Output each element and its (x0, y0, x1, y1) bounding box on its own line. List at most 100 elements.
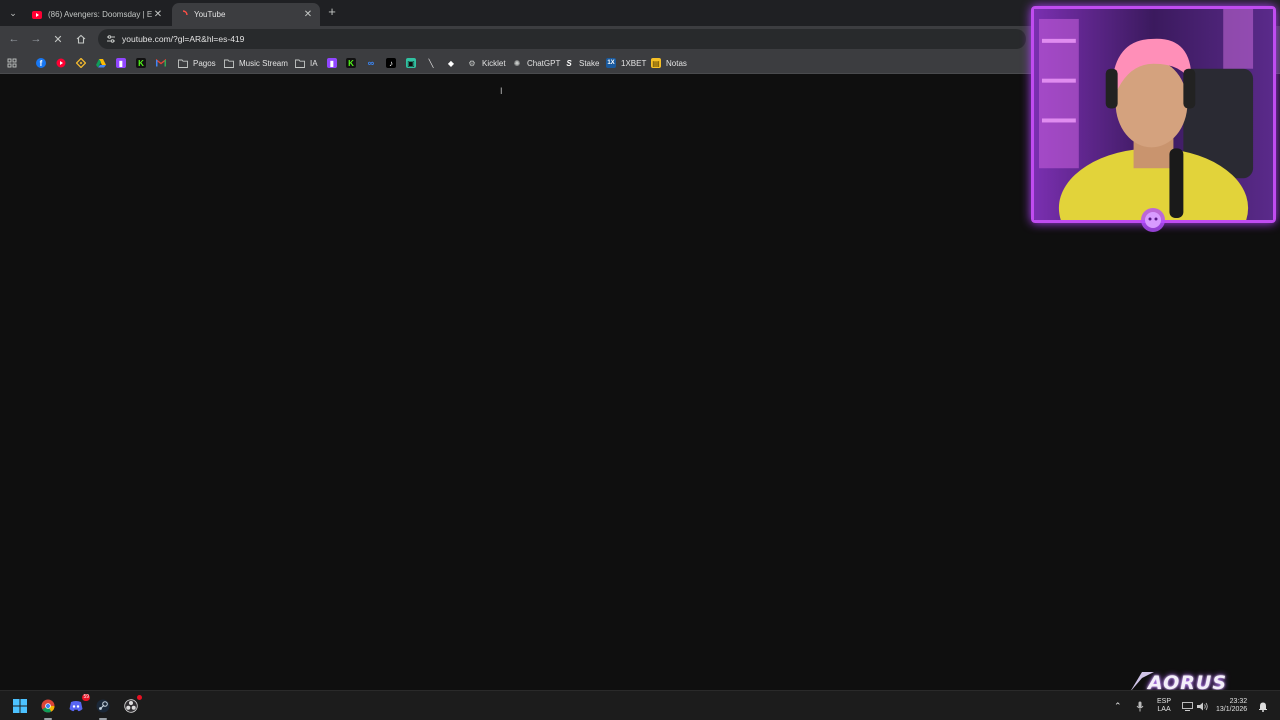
tab-search-button[interactable]: ⌄ (4, 5, 22, 21)
streamlabs-icon: ▣ (406, 58, 416, 68)
recording-indicator-icon (137, 695, 142, 700)
bookmark-chatgpt[interactable]: ✺ ChatGPT (512, 56, 561, 70)
clock-date: 13/1/2026 (1216, 706, 1248, 713)
bookmark-label: Pagos (193, 58, 216, 68)
pen-icon: ╲ (428, 58, 434, 68)
site-info-icon[interactable] (106, 34, 116, 44)
forward-button[interactable]: → (28, 31, 44, 47)
tray-network[interactable] (1182, 691, 1193, 720)
loading-spinner-icon (178, 9, 188, 20)
bookmark-pen[interactable]: ╲ (426, 56, 436, 70)
bookmark-kicklet[interactable]: ⚙ Kicklet (467, 56, 506, 70)
bookmark-folder-ia[interactable]: IA (295, 56, 318, 70)
tab-youtube[interactable]: YouTube ✕ (172, 3, 320, 26)
bookmark-label: Notas (666, 58, 687, 68)
twitch-icon: ▮ (116, 58, 126, 68)
google-drive-icon (96, 58, 106, 68)
facebook-icon: f (36, 58, 46, 68)
text-cursor-icon: I (500, 86, 503, 96)
speaker-icon (1197, 702, 1208, 710)
back-button[interactable]: ← (6, 31, 22, 47)
arrow-left-icon: ← (8, 33, 20, 45)
discord-icon (69, 701, 83, 712)
taskbar-obs[interactable] (121, 695, 142, 716)
bookmark-binance[interactable] (76, 56, 86, 70)
new-tab-button[interactable]: + (325, 5, 339, 19)
gmail-icon (156, 58, 166, 68)
meta-icon: ∞ (367, 58, 375, 68)
taskbar-discord[interactable]: 59 (66, 694, 90, 716)
windows-start-icon (13, 699, 27, 713)
kick-icon: K (346, 58, 356, 68)
home-button[interactable] (73, 31, 89, 47)
address-bar[interactable]: youtube.com/?gl=AR&hl=es-419 (98, 29, 1026, 49)
kicklet-icon: ⚙ (468, 58, 476, 68)
start-button[interactable] (10, 696, 30, 716)
bookmark-diamond[interactable]: ◆ (446, 56, 456, 70)
chevron-down-icon: ⌄ (9, 7, 17, 18)
language-indicator[interactable]: ESP LAA (1157, 691, 1171, 720)
folder-icon (224, 58, 234, 68)
bookmark-stake[interactable]: S Stake (564, 56, 599, 70)
bookmark-twitch-2[interactable]: ▮ (327, 56, 337, 70)
home-icon (76, 34, 86, 44)
kick-icon: K (136, 58, 146, 68)
clock-time: 23:32 (1229, 698, 1248, 705)
bookmark-label: ChatGPT (527, 58, 561, 68)
notes-icon: ▤ (651, 58, 661, 68)
bookmark-label: IA (310, 58, 318, 68)
chrome-icon (41, 699, 55, 713)
close-icon[interactable]: ✕ (302, 9, 314, 20)
twitch-icon: ▮ (327, 58, 337, 68)
tab-avengers[interactable]: (86) Avengers: Doomsday | Estr ✕ (26, 3, 170, 26)
close-icon[interactable]: ✕ (152, 9, 164, 20)
youtube-icon (56, 58, 66, 68)
taskbar-chrome[interactable] (38, 696, 58, 720)
bookmark-kick[interactable]: K (136, 56, 146, 70)
tray-clock[interactable]: 23:32 13/1/2026 (1216, 691, 1247, 720)
bookmark-drive[interactable] (96, 56, 106, 70)
mascot-badge-icon (1141, 208, 1165, 232)
bookmark-meta[interactable]: ∞ (366, 56, 376, 70)
bookmark-1xbet[interactable]: 1X 1XBET (606, 56, 646, 70)
stop-button[interactable]: ✕ (50, 31, 66, 47)
language-code: ESP (1157, 698, 1172, 705)
folder-icon (295, 58, 305, 68)
tray-volume[interactable] (1197, 691, 1208, 720)
bookmark-folder-pagos[interactable]: Pagos (178, 56, 216, 70)
bookmark-folder-music-stream[interactable]: Music Stream (224, 56, 288, 70)
bookmark-notas[interactable]: ▤ Notas (651, 56, 687, 70)
tiktok-icon: ♪ (386, 58, 396, 68)
taskbar: 59 ⌃ ESP LAA 23:32 13/1/2026 (0, 690, 1280, 720)
bookmark-label: 1XBET (621, 58, 647, 68)
bookmark-tiktok[interactable]: ♪ (386, 56, 396, 70)
chevron-up-icon: ⌃ (1114, 700, 1122, 711)
address-url: youtube.com/?gl=AR&hl=es-419 (122, 34, 245, 44)
1xbet-icon: 1X (606, 58, 616, 68)
stake-icon: S (566, 58, 572, 68)
bookmark-streamlabs[interactable]: ▣ (406, 56, 416, 70)
diamond-icon: ◆ (447, 58, 455, 68)
apps-button[interactable] (7, 56, 17, 70)
apps-grid-icon (7, 58, 17, 68)
notification-bell-icon (1259, 702, 1267, 712)
notifications-button[interactable] (1258, 691, 1268, 720)
discord-badge: 59 (82, 694, 90, 701)
steam-icon (96, 699, 110, 713)
bookmark-youtube[interactable] (56, 56, 66, 70)
tray-microphone[interactable] (1136, 691, 1144, 720)
bookmark-gmail[interactable] (156, 56, 166, 70)
taskbar-steam[interactable] (93, 696, 113, 720)
close-icon: ✕ (53, 33, 63, 46)
bookmark-twitch[interactable]: ▮ (116, 56, 126, 70)
tab-title: YouTube (194, 10, 226, 19)
microphone-icon (1136, 701, 1144, 711)
bookmark-facebook[interactable]: f (36, 56, 46, 70)
tab-title: (86) Avengers: Doomsday | Estr (48, 10, 152, 19)
youtube-icon (32, 10, 42, 20)
tray-overflow-button[interactable]: ⌃ (1114, 691, 1122, 720)
bookmark-label: Kicklet (482, 58, 506, 68)
bookmark-kick-2[interactable]: K (346, 56, 356, 70)
bookmark-label: Music Stream (239, 58, 288, 68)
chatgpt-icon: ✺ (513, 58, 521, 68)
